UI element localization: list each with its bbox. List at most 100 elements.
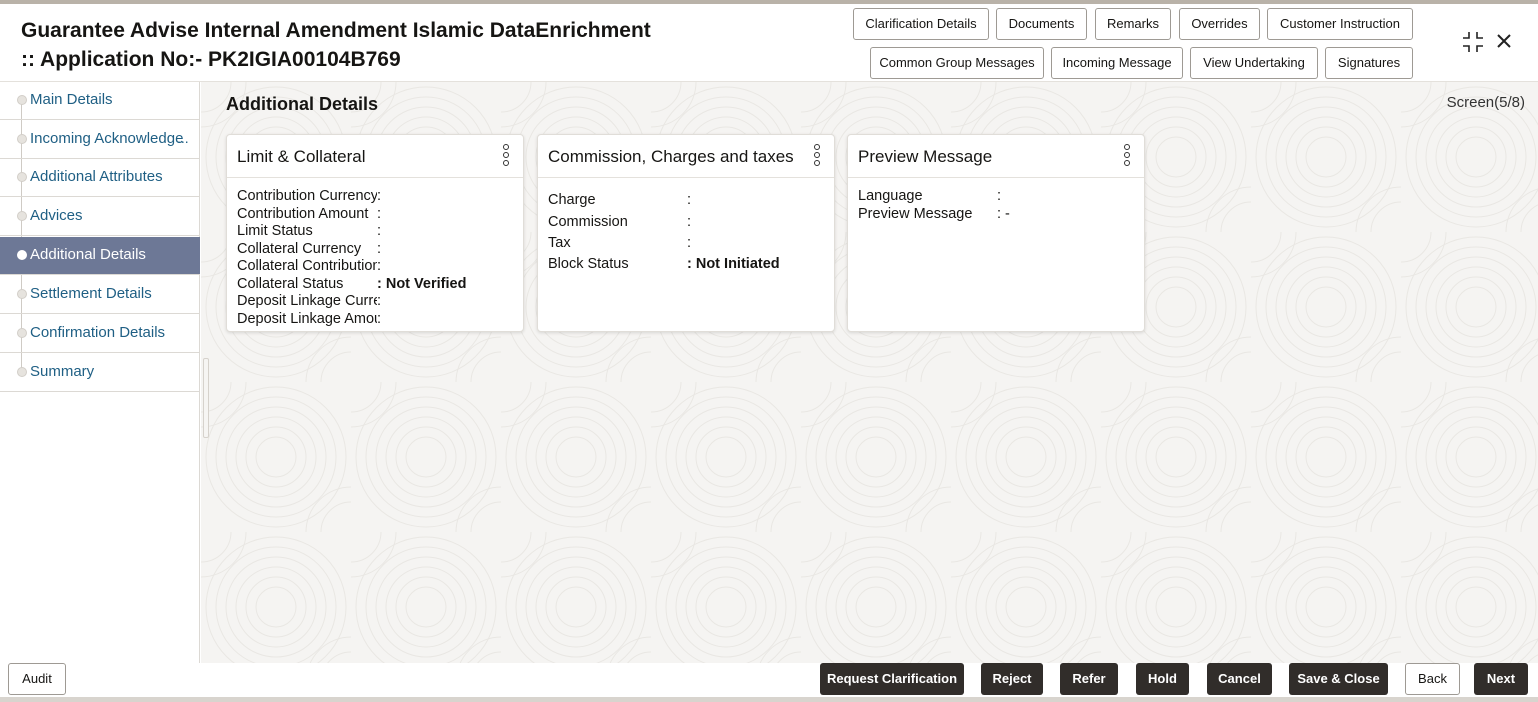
field-value: : [687, 192, 692, 208]
field-label: Language [858, 188, 923, 204]
field-row: Contribution Amount : [237, 206, 517, 224]
panel-resize-handle[interactable] [203, 358, 209, 438]
field-value: : [377, 206, 382, 222]
step-dot-icon [17, 211, 27, 221]
view-undertaking-button[interactable]: View Undertaking [1190, 47, 1318, 79]
field-label: Contribution Currency [237, 188, 377, 204]
field-label: Preview Message [858, 206, 973, 222]
field-label: Deposit Linkage Amount [237, 311, 377, 327]
screen-indicator: Screen(5/8) [1446, 94, 1525, 111]
main-content: Additional Details Screen(5/8) Limit & C… [201, 82, 1538, 663]
header: Guarantee Advise Internal Amendment Isla… [0, 4, 1538, 82]
sidebar-item-additional-details[interactable]: Additional Details [0, 237, 200, 275]
section-title: Additional Details [226, 94, 379, 114]
sidebar-item-label: Additional Details [30, 246, 146, 263]
sidebar-item-label: Advices [30, 207, 83, 224]
more-options-icon[interactable] [812, 143, 822, 169]
field-value: : [377, 293, 382, 309]
remarks-button[interactable]: Remarks [1095, 8, 1171, 40]
step-dot-icon [17, 172, 27, 182]
incoming-message-button[interactable]: Incoming Message [1051, 47, 1183, 79]
card-header: Commission, Charges and taxes [538, 135, 834, 178]
step-dot-icon [17, 250, 27, 260]
application-number: :: Application No:- PK2IGIA00104B769 [21, 48, 401, 71]
signatures-button[interactable]: Signatures [1325, 47, 1413, 79]
field-label: Collateral Status [237, 276, 344, 292]
sidebar-item-label: Additional Attributes [30, 168, 163, 185]
limit-collateral-card: Limit & Collateral Contribution Currency… [226, 134, 524, 332]
common-group-messages-button[interactable]: Common Group Messages [870, 47, 1044, 79]
step-dot-icon [17, 367, 27, 377]
field-value: : [997, 188, 1002, 204]
card-title: Preview Message [858, 147, 993, 166]
field-row: Deposit Linkage Amount : [237, 311, 517, 329]
field-row: Deposit Linkage Currency : [237, 293, 517, 311]
field-value: : [687, 235, 692, 251]
audit-button[interactable]: Audit [8, 663, 66, 695]
field-row: Preview Message : - [858, 206, 1138, 224]
card-title: Limit & Collateral [237, 147, 366, 166]
sidebar-item-main-details[interactable]: Main Details [0, 82, 200, 120]
sidebar-item-summary[interactable]: Summary [0, 354, 200, 392]
sidebar-item-label: Settlement Details [30, 285, 152, 302]
request-clarification-button[interactable]: Request Clarification [820, 663, 964, 695]
sidebar-nav: Main Details Incoming Acknowledge ... Ad… [0, 82, 200, 663]
clarification-details-button[interactable]: Clarification Details [853, 8, 989, 40]
documents-button[interactable]: Documents [996, 8, 1087, 40]
step-dot-icon [17, 134, 27, 144]
sidebar-item-settlement-details[interactable]: Settlement Details [0, 276, 200, 314]
field-row: Language : [858, 188, 1138, 206]
collapse-icon[interactable] [1461, 30, 1485, 60]
field-row: Contribution Currency : [237, 188, 517, 206]
more-options-icon[interactable] [501, 143, 511, 169]
back-button[interactable]: Back [1405, 663, 1460, 695]
sidebar-item-label: Summary [30, 363, 95, 380]
step-dot-icon [17, 289, 27, 299]
card-header: Preview Message [848, 135, 1144, 178]
reject-button[interactable]: Reject [981, 663, 1043, 695]
preview-message-card: Preview Message Language : Preview Messa… [847, 134, 1145, 332]
refer-button[interactable]: Refer [1060, 663, 1118, 695]
next-button[interactable]: Next [1474, 663, 1528, 695]
field-value: : [377, 188, 382, 204]
sidebar-item-confirmation-details[interactable]: Confirmation Details [0, 315, 200, 353]
cancel-button[interactable]: Cancel [1207, 663, 1272, 695]
field-value: : [377, 258, 382, 274]
commission-charges-taxes-card: Commission, Charges and taxes Charge : C… [537, 134, 835, 332]
field-label: Contribution Amount [237, 206, 369, 222]
field-row: Charge : [548, 192, 828, 210]
sidebar-item-advices[interactable]: Advices [0, 198, 200, 236]
hold-button[interactable]: Hold [1136, 663, 1189, 695]
card-title: Commission, Charges and taxes [548, 147, 794, 166]
sidebar-item-additional-attributes[interactable]: Additional Attributes [0, 159, 200, 197]
field-row: Tax : [548, 235, 828, 253]
step-dot-icon [17, 328, 27, 338]
card-header: Limit & Collateral [227, 135, 523, 178]
close-icon[interactable] [1495, 32, 1513, 56]
more-options-icon[interactable] [1122, 143, 1132, 169]
field-label: Deposit Linkage Currency [237, 293, 377, 309]
field-label: Block Status [548, 256, 629, 272]
sidebar-item-label: Main Details [30, 91, 113, 108]
sidebar-item-label: Incoming Acknowledge [30, 130, 184, 147]
page-title-line1: Guarantee Advise Internal Amendment Isla… [21, 19, 651, 42]
field-row: Commission : [548, 214, 828, 232]
field-label: Charge [548, 192, 596, 208]
overrides-button[interactable]: Overrides [1179, 8, 1260, 40]
bottom-border [0, 697, 1538, 702]
step-dot-icon [17, 95, 27, 105]
field-value: : [377, 311, 382, 327]
save-close-button[interactable]: Save & Close [1289, 663, 1388, 695]
field-row: Collateral Status : Not Verified [237, 276, 517, 294]
field-value: : [377, 241, 382, 257]
customer-instruction-button[interactable]: Customer Instruction [1267, 8, 1413, 40]
field-row: Collateral Currency : [237, 241, 517, 259]
field-label: Collateral Contribution [237, 258, 377, 274]
field-row: Block Status : Not Initiated [548, 256, 828, 274]
page-title: Guarantee Advise Internal Amendment Isla… [21, 16, 651, 74]
collateral-status-value: : Not Verified [377, 276, 467, 292]
sidebar-item-incoming-acknowledge[interactable]: Incoming Acknowledge ... [0, 121, 200, 159]
field-value: : - [997, 206, 1010, 222]
field-value: : [377, 223, 382, 239]
field-label: Limit Status [237, 223, 313, 239]
